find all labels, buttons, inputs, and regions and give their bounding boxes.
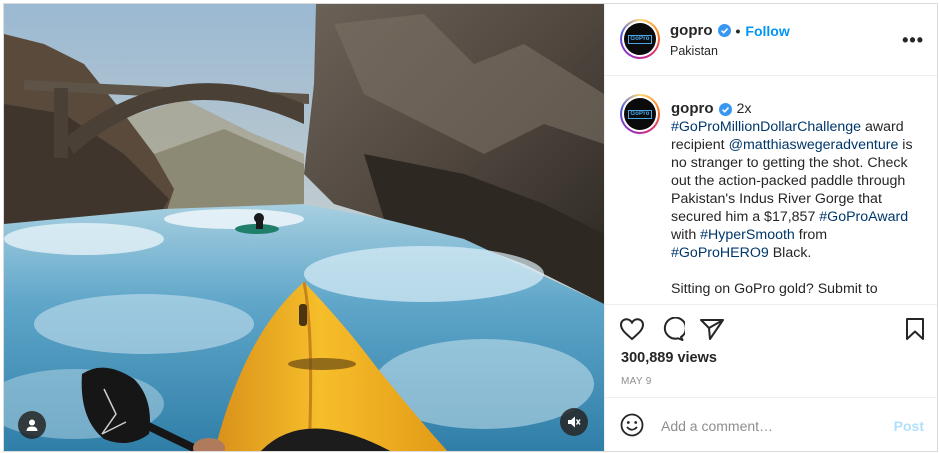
caption-text-segment: with xyxy=(671,227,701,243)
heart-icon[interactable] xyxy=(619,317,645,341)
caption-avatar[interactable]: GoPro xyxy=(620,94,660,134)
instagram-post: GoPro gopro • Follow Pakistan ••• GoPro … xyxy=(3,3,938,452)
comment-icon[interactable] xyxy=(659,317,685,341)
user-tag-icon xyxy=(26,419,38,431)
caption-username-link[interactable]: gopro xyxy=(671,100,714,118)
caption-tag-link[interactable]: #GoProAward xyxy=(819,209,908,225)
comment-input[interactable] xyxy=(661,414,876,438)
comment-bar: Post xyxy=(605,397,937,451)
gopro-logo: GoPro xyxy=(624,23,656,55)
avatar-ring: GoPro xyxy=(622,21,658,57)
caption-paragraph-2: Sitting on GoPro gold? Submit to xyxy=(671,281,878,297)
caption-text-segment: Black. xyxy=(768,245,812,261)
verified-badge-icon xyxy=(718,102,732,116)
caption-tag-link[interactable]: @matthiaswegeradventure xyxy=(729,137,899,153)
caption-section: GoPro gopro 2x #GoProMillionDollarChalle… xyxy=(605,76,937,304)
separator-dot: • xyxy=(735,22,741,39)
action-icon-row xyxy=(619,317,927,343)
verified-badge-icon xyxy=(717,24,731,37)
avatar[interactable]: GoPro xyxy=(620,19,660,59)
bookmark-icon[interactable] xyxy=(903,317,927,341)
mute-toggle-button[interactable] xyxy=(560,408,588,436)
caption-tag-link[interactable]: #HyperSmooth xyxy=(700,227,795,243)
location-link[interactable]: Pakistan xyxy=(670,44,790,58)
header-user-row: gopro • Follow xyxy=(670,22,790,39)
caption-text: gopro 2x #GoProMillionDollarChallenge aw… xyxy=(671,100,926,298)
post-actions: 300,889 views MAY 9 Post xyxy=(605,304,937,451)
logo-text: GoPro xyxy=(628,109,652,119)
post-date[interactable]: MAY 9 xyxy=(621,376,652,387)
gopro-logo: GoPro xyxy=(624,98,656,130)
follow-button[interactable]: Follow xyxy=(745,23,789,39)
paper-plane-icon[interactable] xyxy=(699,317,725,341)
post-video[interactable] xyxy=(4,4,604,451)
kayak-river-scene xyxy=(4,4,604,451)
logo-text: GoPro xyxy=(628,34,652,44)
header-names: gopro • Follow Pakistan xyxy=(670,22,790,58)
view-count[interactable]: 300,889 views xyxy=(621,350,717,366)
tagged-users-button[interactable] xyxy=(18,411,46,439)
username-link[interactable]: gopro xyxy=(670,22,713,39)
caption-user-row: gopro 2x xyxy=(671,100,926,118)
caption-paragraph: #GoProMillionDollarChallenge award recip… xyxy=(671,118,926,262)
caption-tag-link[interactable]: #GoProMillionDollarChallenge xyxy=(671,119,861,135)
avatar-ring: GoPro xyxy=(622,96,658,132)
smiley-icon[interactable] xyxy=(620,413,644,437)
caption-text-segment: from xyxy=(794,227,828,243)
post-comment-button[interactable]: Post xyxy=(894,418,924,434)
caption-tag-link[interactable]: #GoProHERO9 xyxy=(671,245,769,261)
post-header: GoPro gopro • Follow Pakistan ••• xyxy=(605,4,937,76)
more-options-button[interactable]: ••• xyxy=(902,30,924,51)
post-side-panel: GoPro gopro • Follow Pakistan ••• GoPro … xyxy=(604,4,937,451)
caption-speed: 2x xyxy=(736,101,752,117)
muted-speaker-icon xyxy=(568,416,581,428)
